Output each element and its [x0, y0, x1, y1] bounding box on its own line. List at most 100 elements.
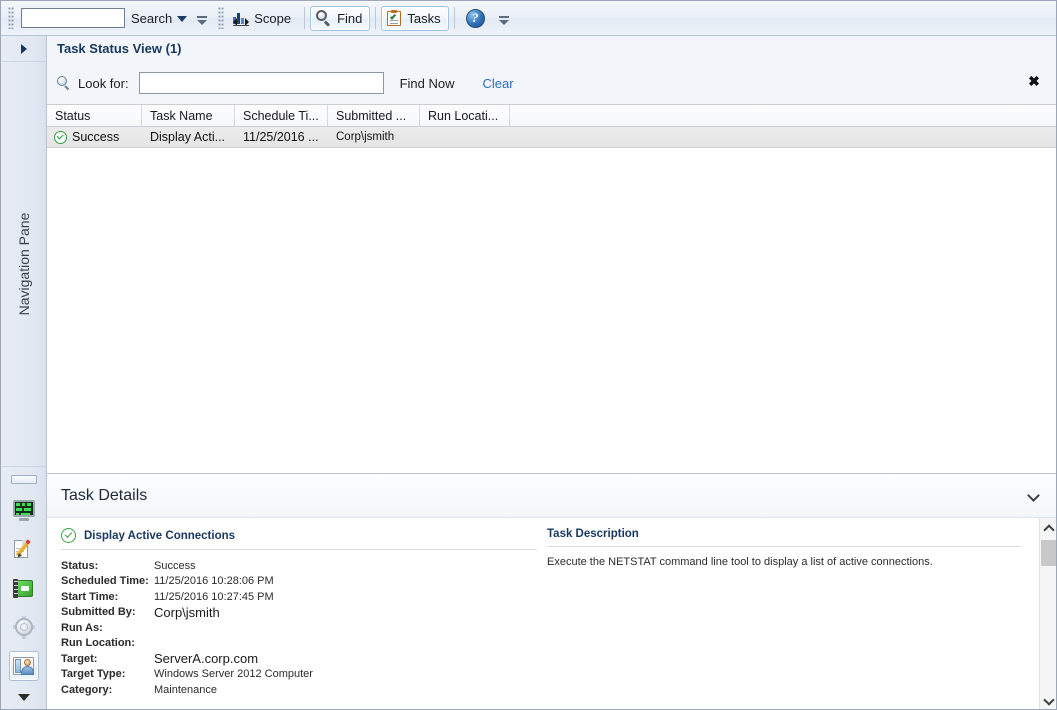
scroll-up-icon[interactable]: [1040, 518, 1057, 536]
cell-schedule-time: 11/25/2016 ...: [243, 130, 319, 144]
column-header-status[interactable]: Status: [47, 105, 142, 126]
reporting-book-icon: [12, 578, 35, 599]
search-input[interactable]: [21, 8, 125, 28]
caret-down-icon[interactable]: [177, 16, 188, 22]
detail-row-start-time: Start Time: 11/25/2016 10:27:45 PM: [61, 589, 537, 605]
navigation-pane: Navigation Pane: [1, 36, 47, 709]
task-description-text: Execute the NETSTAT command line tool to…: [547, 556, 933, 568]
monitoring-icon: [12, 499, 35, 521]
tasks-button[interactable]: Tasks: [381, 5, 449, 31]
grid-body: Success Display Acti... 11/25/2016 ... C…: [47, 127, 1056, 473]
clipboard-check-icon: [387, 10, 402, 26]
toolbar-overflow-icon[interactable]: [197, 12, 209, 30]
chevron-right-icon[interactable]: [20, 43, 27, 54]
detail-row-run-location: Run Location:: [61, 636, 537, 652]
navigation-pane-resizer[interactable]: [10, 475, 37, 484]
navigation-pane-label: Navigation Pane: [15, 212, 32, 316]
navigation-pane-buttons: [1, 466, 46, 685]
scope-icon: [233, 11, 250, 26]
detail-label: Run Location:: [61, 637, 135, 650]
sidebar-item-monitoring[interactable]: [9, 495, 39, 525]
detail-label: Status:: [61, 559, 99, 572]
success-check-icon: [61, 528, 76, 543]
navigation-pane-options[interactable]: [1, 685, 46, 709]
detail-row-target: Target: ServerA.corp.com: [61, 651, 537, 667]
divider: [547, 546, 1021, 547]
detail-value: 11/25/2016 10:27:45 PM: [154, 590, 274, 603]
view-header: Task Status View (1): [47, 36, 1056, 62]
body-split: Navigation Pane Task Status View (1) Loo…: [1, 36, 1056, 709]
cell-task-name: Display Acti...: [150, 130, 226, 144]
toolbar-grip[interactable]: [8, 7, 14, 29]
look-for-input[interactable]: [138, 72, 384, 94]
column-header-submitted-by[interactable]: Submitted ...: [328, 105, 420, 126]
detail-label: Run As:: [61, 621, 103, 634]
scrollbar-thumb[interactable]: [1040, 540, 1056, 566]
help-circle-icon: ?: [465, 8, 485, 28]
scope-button[interactable]: Scope: [227, 6, 299, 31]
detail-row-category: Category: Maintenance: [61, 682, 537, 698]
table-row[interactable]: Success Display Acti... 11/25/2016 ... C…: [47, 127, 1056, 148]
detail-label: Target Type:: [61, 668, 126, 681]
detail-label: Start Time:: [61, 590, 119, 603]
sidebar-item-my-workspace[interactable]: [8, 651, 39, 681]
task-details-title: Task Details: [61, 486, 148, 504]
task-details-fields: Status: Success Scheduled Time: 11/25/20…: [61, 558, 537, 698]
detail-value: Windows Server 2012 Computer: [154, 668, 313, 681]
detail-label: Submitted By:: [61, 606, 136, 619]
sidebar-item-authoring[interactable]: [9, 534, 39, 564]
toolbar-overflow-icon-2[interactable]: [498, 12, 511, 30]
details-scrollbar[interactable]: [1039, 518, 1056, 709]
look-for-label: Look for:: [78, 75, 129, 91]
chevron-down-icon[interactable]: [1029, 491, 1040, 498]
cell-submitted-by: Corp\jsmith: [336, 131, 395, 143]
magnifier-icon: [57, 76, 71, 91]
help-button[interactable]: ?: [460, 6, 493, 31]
column-header-filler: [510, 105, 1056, 126]
detail-value: ServerA.corp.com: [154, 651, 277, 667]
detail-row-submitted-by: Submitted By: Corp\jsmith: [61, 604, 537, 621]
task-details-content: Display Active Connections Status: Succe…: [47, 518, 1039, 709]
task-details-task-header: Display Active Connections: [61, 528, 537, 549]
task-details-pane: Task Details Display Active Connections: [47, 473, 1056, 709]
configure-buttons-icon[interactable]: [17, 693, 30, 701]
scrollbar-track[interactable]: [1040, 536, 1057, 691]
task-description-header: Task Description: [547, 528, 1021, 546]
find-button[interactable]: Find: [310, 5, 371, 31]
task-details-body: Display Active Connections Status: Succe…: [47, 518, 1056, 709]
navigation-pane-header[interactable]: [1, 36, 46, 62]
divider: [61, 549, 537, 550]
task-name-label: Display Active Connections: [84, 529, 236, 542]
clear-button[interactable]: Clear: [483, 76, 514, 91]
content-area: Task Status View (1) Look for: Find Now …: [47, 36, 1056, 709]
close-icon[interactable]: ✖: [1026, 73, 1042, 89]
cell-status: Success: [47, 130, 142, 144]
scroll-down-icon[interactable]: [1040, 691, 1057, 709]
task-details-header: Task Details: [47, 474, 1056, 518]
magnifier-icon: [316, 10, 332, 27]
scope-label: Scope: [254, 10, 292, 26]
task-description-title: Task Description: [547, 528, 639, 540]
tasks-label: Tasks: [407, 10, 441, 26]
column-header-schedule-time[interactable]: Schedule Ti...: [235, 105, 328, 126]
detail-label: Target:: [61, 652, 98, 665]
toolbar-grip-2[interactable]: [218, 7, 225, 29]
column-header-task-name[interactable]: Task Name: [142, 105, 235, 126]
toolbar-separator-2: [375, 7, 377, 29]
cell-status-text: Success: [72, 130, 120, 144]
sidebar-item-administration[interactable]: [9, 612, 39, 642]
main-toolbar: Search Scope Find Tasks ?: [1, 1, 1056, 36]
application-window: Search Scope Find Tasks ? Navigation Pan…: [0, 0, 1057, 710]
detail-row-run-as: Run As:: [61, 620, 537, 636]
authoring-pencil-icon: [13, 539, 35, 560]
sidebar-item-reporting[interactable]: [9, 573, 39, 603]
toolbar-separator-3: [453, 7, 455, 29]
workspace-person-icon: [12, 656, 35, 677]
task-details-left-column: Display Active Connections Status: Succe…: [47, 528, 537, 709]
navigation-pane-title-area: Navigation Pane: [1, 62, 46, 466]
find-now-button[interactable]: Find Now: [400, 76, 455, 91]
gear-icon: [12, 615, 35, 639]
column-header-run-location[interactable]: Run Locati...: [420, 105, 510, 126]
detail-value: Success: [154, 559, 196, 572]
find-bar: Look for: Find Now Clear ✖: [47, 62, 1056, 104]
